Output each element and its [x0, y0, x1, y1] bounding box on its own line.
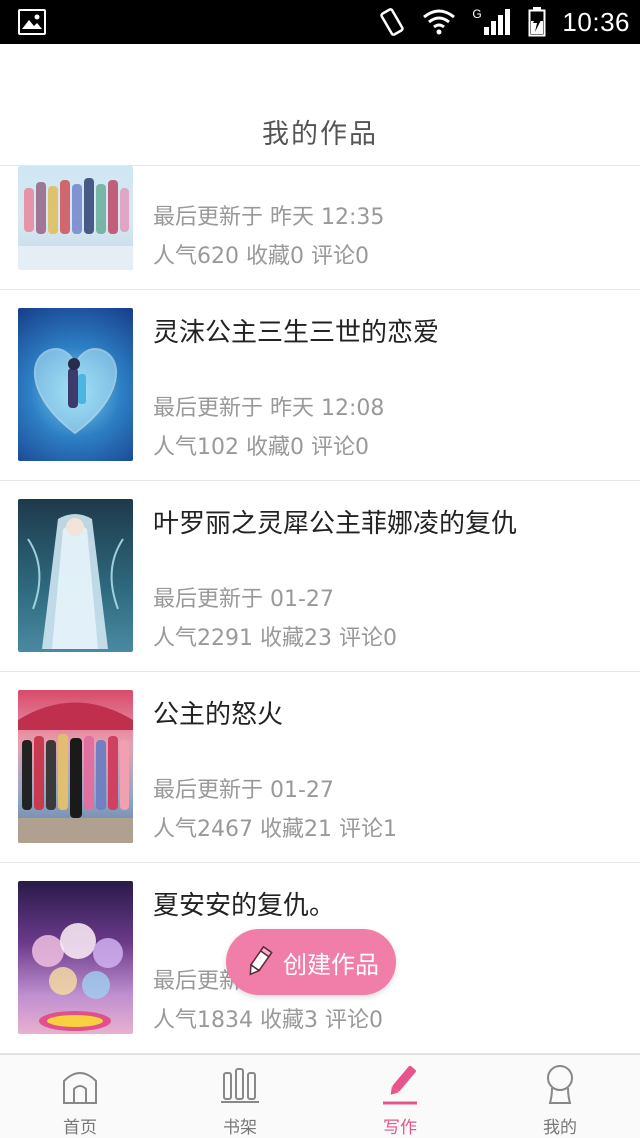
screen-rotation-icon	[380, 8, 405, 36]
work-stats: 人气2467 收藏21 评论1	[153, 817, 397, 842]
tab-mine-label: 我的	[543, 1118, 577, 1138]
bottom-tab-bar: 首页 书架 写作 我的	[0, 1054, 640, 1138]
tab-writing-label: 写作	[383, 1118, 417, 1138]
work-item[interactable]: 叶罗丽之灵犀公主菲娜凌的复仇 最后更新于 01-27 人气2291 收藏23 评…	[0, 481, 640, 672]
tab-writing[interactable]: 写作	[320, 1055, 480, 1138]
bookshelf-icon	[221, 1068, 259, 1103]
create-work-label: 创建作品	[283, 950, 379, 979]
work-cover-image	[18, 308, 133, 461]
tab-home-label: 首页	[63, 1118, 97, 1138]
work-updated-time: 最后更新于 01-27	[153, 778, 334, 803]
clock: 10:36	[562, 6, 630, 37]
home-icon	[63, 1072, 97, 1104]
work-updated-time: 最后更新于 昨天 12:35	[153, 205, 385, 230]
pencil-icon	[383, 1065, 417, 1105]
battery-charging-icon	[528, 7, 546, 37]
pencil-icon	[249, 945, 273, 976]
cellular-signal-icon: G	[472, 7, 512, 37]
image-notification-icon	[18, 9, 46, 35]
work-item[interactable]: 公主的怒火 最后更新于 01-27 人气2467 收藏21 评论1	[0, 672, 640, 863]
work-stats: 人气2291 收藏23 评论0	[153, 626, 397, 651]
work-stats: 人气102 收藏0 评论0	[153, 435, 369, 460]
tab-mine[interactable]: 我的	[480, 1055, 640, 1138]
tab-bookshelf-label: 书架	[223, 1118, 257, 1138]
app-header: 我的作品	[0, 44, 640, 166]
work-cover-image	[18, 690, 133, 843]
status-bar: G 10:36	[0, 0, 640, 44]
tab-bookshelf[interactable]: 书架	[160, 1055, 320, 1138]
work-item[interactable]: 灵沫公主三生三世的恋爱 最后更新于 昨天 12:08 人气102 收藏0 评论0	[0, 290, 640, 481]
tab-home[interactable]: 首页	[0, 1055, 160, 1138]
work-updated-time: 最后更新于 昨天 12:08	[153, 396, 385, 421]
work-title: 叶罗丽之灵犀公主菲娜凌的复仇	[153, 509, 518, 539]
work-cover-image	[18, 881, 133, 1034]
work-cover-image	[18, 166, 133, 270]
work-updated-time: 最后更新于 01-27	[153, 587, 334, 612]
work-item[interactable]: 最后更新于 昨天 12:35 人气620 收藏0 评论0	[0, 166, 640, 290]
wifi-icon	[423, 9, 456, 35]
work-title: 灵沫公主三生三世的恋爱	[153, 318, 440, 348]
work-title: 公主的怒火	[153, 700, 284, 730]
work-cover-image	[18, 499, 133, 652]
works-list: 最后更新于 昨天 12:35 人气620 收藏0 评论0 灵沫公主三生三世的恋爱…	[0, 166, 640, 1054]
work-stats: 人气1834 收藏3 评论0	[153, 1008, 383, 1033]
page-title: 我的作品	[262, 119, 378, 150]
user-icon	[547, 1065, 573, 1104]
create-work-button[interactable]: 创建作品	[226, 929, 396, 995]
work-stats: 人气620 收藏0 评论0	[153, 244, 369, 269]
work-title: 夏安安的复仇。	[153, 891, 336, 921]
